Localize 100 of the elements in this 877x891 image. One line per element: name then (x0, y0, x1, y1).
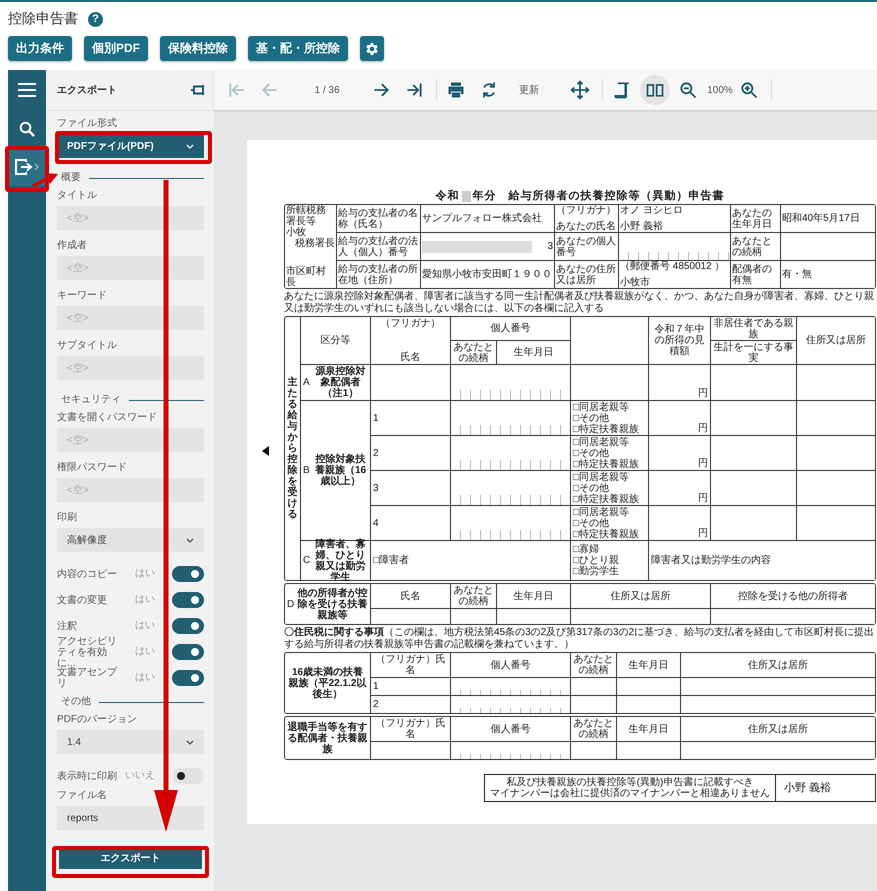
previous-page-icon[interactable] (262, 446, 269, 456)
row-number: 1 (373, 681, 380, 692)
dropdown[interactable]: PDFファイル(PDF) (57, 134, 204, 158)
section-heading: その他 (61, 695, 91, 709)
form-value: 小野 義裕 (784, 782, 832, 794)
form-label: あなたの氏名 (556, 221, 617, 232)
form-label: あなたの個人番号 (556, 236, 617, 258)
redacted-mark (462, 190, 470, 202)
form-label: あなたとの続柄 (732, 236, 773, 258)
form-label: 税務署長 (295, 238, 335, 250)
field-label: ファイル形式 (57, 117, 118, 131)
text-field[interactable]: <空> (57, 206, 204, 230)
toggle-switch[interactable] (172, 644, 204, 660)
form-value: （郵便番号 4850012 ） (620, 261, 726, 272)
section-label: 退職手当等を有する配偶者・扶養親族 (287, 722, 368, 755)
section-heading: セキュリティ (61, 393, 121, 407)
checkbox-option: □その他 (573, 518, 646, 529)
toggle-state: はい (134, 619, 155, 633)
form-value: 3 (547, 241, 553, 252)
form-label: 給与の支払者の名称（氏名） (338, 208, 419, 230)
highlight-frame (5, 146, 49, 192)
row-number: 4 (373, 518, 380, 529)
dropdown[interactable]: 高解像度 (57, 528, 204, 552)
field-label: 作成者 (57, 239, 88, 253)
form-value: 昭和40年5月17日 (782, 213, 861, 224)
form-value: 小野 義裕 (620, 221, 664, 232)
toggle-state: はい (134, 567, 155, 581)
section-label: 源泉控除対象配偶者（注1） (314, 366, 366, 400)
column-header: 氏名 (400, 590, 420, 602)
toggle-state: はい (134, 593, 155, 607)
export-icon (14, 158, 40, 176)
arrow (32, 170, 58, 188)
field-label: 印刷 (57, 511, 78, 525)
section-code: B (303, 465, 311, 476)
action-button[interactable]: 個別PDF (84, 36, 148, 61)
form-notice: 〇住民税に関する事項（この欄は、地方税法第45条の3の2及び第317条の3の2に基づき、給与の支払者を経由して市区町村長に提出する給与所得者の扶養親族等申告書の記載欄を兼ねています。） (284, 627, 876, 650)
answer-box (571, 696, 617, 714)
column-header: 氏名 (400, 352, 420, 364)
action-button[interactable]: 保険料控除 (160, 36, 236, 61)
column-header: あなたとの続柄 (453, 342, 494, 364)
column-header: 非居住者である親族 (713, 318, 794, 340)
toggle-switch[interactable] (172, 592, 204, 608)
field-label: タイトル (57, 189, 98, 203)
column-header: 生年月日 (628, 724, 668, 735)
settings-icon (364, 40, 380, 56)
chevron-down-icon (186, 740, 194, 744)
checkbox-option: □同居老親等 (573, 402, 646, 413)
pin-button[interactable] (190, 84, 206, 96)
column-header: あなたとの続柄 (573, 654, 614, 676)
toggle-switch[interactable] (172, 566, 204, 582)
checkbox-option: □障害者 (373, 555, 568, 566)
zoom-in-icon (739, 80, 759, 100)
toggle-switch[interactable] (172, 670, 204, 686)
text-field[interactable]: <空> (57, 428, 204, 452)
chevron-down-icon (186, 144, 194, 148)
section-code: C (303, 555, 311, 566)
column-header: （フリガナ）氏名 (374, 718, 446, 740)
text-field[interactable]: <空> (57, 356, 204, 380)
column-header: 個人番号 (490, 323, 530, 334)
checkbox-option: □ひとり親 (573, 555, 646, 566)
section-label: 障害者、寡婦、ひとり親又は勤労学生 (314, 538, 366, 582)
section-label: 控除対象扶養親族（16歳以上） (314, 454, 368, 488)
action-button[interactable]: 基・配・所控除 (248, 36, 348, 61)
row-number: 1 (373, 412, 380, 424)
column-header: あなたとの続柄 (453, 585, 494, 608)
toggle-label: 文書の変更 (57, 594, 108, 606)
single-page-view-button[interactable] (640, 75, 670, 105)
column-header: 令和７年中の所得の見積額 (654, 324, 706, 358)
toggle-label: 注釈 (57, 620, 78, 632)
form-value: 小牧市 (620, 277, 651, 288)
checkbox-option: □特定扶養親族 (573, 528, 646, 540)
zoom-out-icon (678, 80, 698, 100)
menu-icon (18, 83, 36, 97)
checkbox-option: □同居老親等 (573, 472, 646, 483)
search-icon (19, 121, 35, 137)
dropdown[interactable]: 1.4 (57, 730, 204, 754)
action-button[interactable]: 出力条件 (8, 36, 72, 61)
checkbox-option: □特定扶養親族 (573, 494, 646, 505)
text-field[interactable]: <空> (57, 306, 204, 330)
zoom-level[interactable]: 100% (706, 84, 734, 96)
yen-mark: 円 (698, 493, 708, 504)
form-label: 市区町村長 (286, 266, 327, 288)
section-code: A (303, 377, 311, 388)
text-field[interactable]: <空> (57, 478, 204, 502)
help-icon[interactable]: ? (88, 12, 103, 26)
toggle-switch[interactable] (172, 618, 204, 634)
side-label: 主たる給与から控除を受ける (288, 377, 298, 520)
form-value: 愛知県小牧市安田町１９００ (422, 269, 553, 280)
form-label: （フリガナ） (556, 205, 617, 216)
row-number: 3 (373, 482, 380, 494)
toggle-switch[interactable] (172, 768, 204, 784)
field-label: サブタイトル (57, 339, 118, 353)
text-field[interactable]: reports (57, 806, 204, 830)
text-field[interactable]: <空> (57, 256, 204, 280)
checkbox-option: □特定扶養親族 (573, 458, 646, 470)
settings-button[interactable] (360, 36, 384, 61)
form-label: 給与の支払者の法人（個人）番号 (338, 236, 419, 258)
column-header: 生年月日 (514, 347, 554, 358)
column-header: 個人番号 (490, 724, 530, 735)
panel-title: エクスポート (57, 84, 117, 97)
